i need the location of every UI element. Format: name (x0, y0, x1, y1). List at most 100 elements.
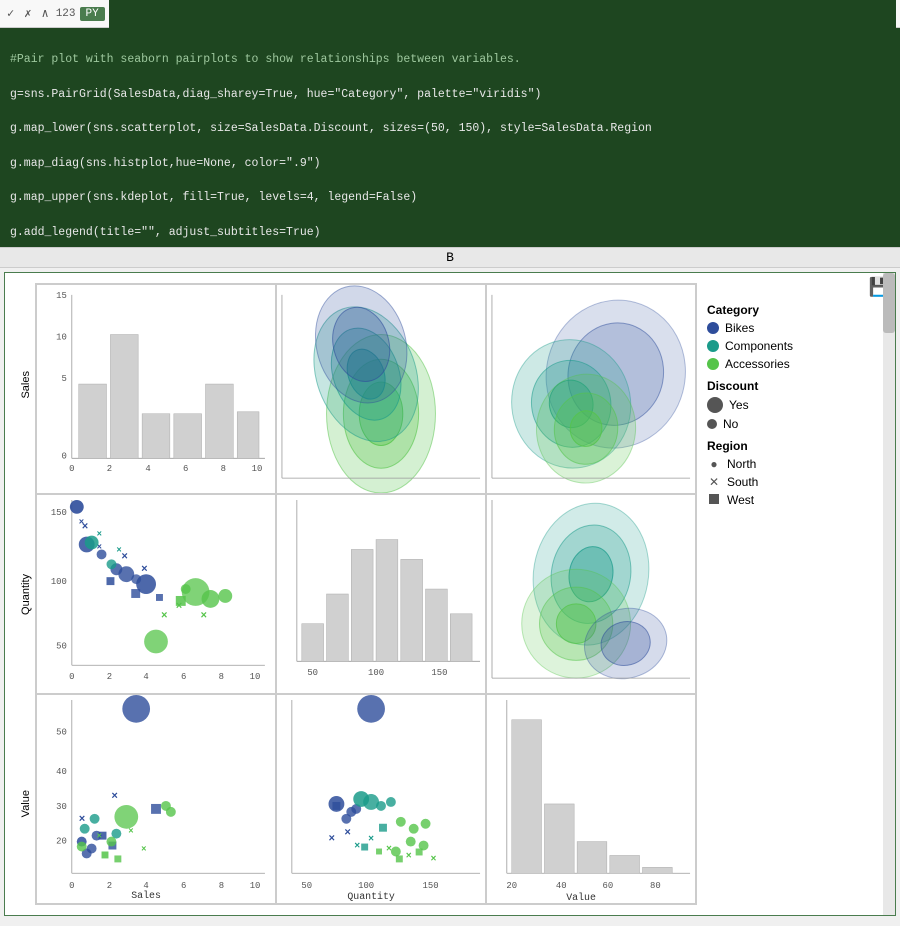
legend-no: No (707, 417, 837, 431)
plot-cell-3-2: × × × × (276, 694, 486, 904)
svg-text:100: 100 (51, 577, 67, 587)
svg-text:10: 10 (56, 332, 67, 342)
plot-cell-3-1: 50 40 30 20 (36, 694, 276, 904)
legend-west: West (707, 493, 837, 507)
svg-text:×: × (329, 834, 336, 846)
bikes-dot (707, 322, 719, 334)
svg-text:50: 50 (56, 728, 67, 738)
svg-text:8: 8 (219, 672, 224, 682)
lang-badge: PY (80, 7, 105, 21)
plot-grid: 15 10 5 0 0 (35, 283, 697, 905)
grid-wrapper: Sales Quantity Value 15 10 (15, 283, 697, 905)
west-sq-icon (707, 493, 721, 507)
svg-text:Quantity: Quantity (347, 891, 395, 902)
plot-svg-1-2 (277, 285, 485, 493)
svg-text:0: 0 (69, 464, 74, 474)
svg-text:150: 150 (431, 668, 447, 678)
plot-cell-2-3 (486, 494, 696, 694)
y-label-quantity: Quantity (20, 574, 32, 615)
svg-text:×: × (79, 518, 84, 528)
svg-text:100: 100 (368, 668, 384, 678)
legend-area: Category Bikes Components Accessories Di… (707, 283, 837, 511)
svg-text:150: 150 (423, 881, 439, 891)
south-label: South (727, 475, 758, 489)
svg-text:Sales: Sales (131, 890, 161, 901)
plot-svg-3-2: × × × × (277, 695, 485, 903)
plot-cell-3-3: 20 40 60 80 Value (486, 694, 696, 904)
svg-text:0: 0 (61, 451, 66, 461)
svg-text:×: × (344, 828, 351, 840)
svg-text:10: 10 (252, 464, 263, 474)
svg-text:40: 40 (56, 767, 67, 777)
plot-cell-1-2 (276, 284, 486, 494)
cell-num-badge: 123 (56, 8, 76, 20)
check-icon[interactable]: ✓ (4, 5, 17, 22)
x-icon[interactable]: ✗ (21, 5, 34, 22)
components-label: Components (725, 339, 793, 353)
svg-text:80: 80 (650, 881, 661, 891)
legend-bikes: Bikes (707, 321, 837, 335)
y-label-sales: Sales (20, 371, 32, 399)
y-label-value: Value (20, 790, 32, 817)
svg-text:×: × (128, 827, 133, 837)
plot-cell-1-3 (486, 284, 696, 494)
svg-text:6: 6 (181, 672, 186, 682)
svg-text:×: × (354, 841, 360, 852)
plot-container: Sales Quantity Value 15 10 (15, 283, 885, 905)
svg-text:8: 8 (221, 464, 226, 474)
plot-cell-2-1: 150 100 50 × (36, 494, 276, 694)
svg-text:30: 30 (56, 802, 67, 812)
svg-text:×: × (161, 611, 168, 623)
plot-svg-2-3 (487, 495, 695, 693)
legend-yes: Yes (707, 397, 837, 413)
code-block[interactable] (109, 0, 896, 33)
svg-text:150: 150 (51, 508, 67, 518)
svg-text:Value: Value (566, 892, 596, 903)
plot-svg-2-1: 150 100 50 × (37, 495, 275, 693)
svg-text:40: 40 (556, 881, 567, 891)
y-axis-labels: Sales Quantity Value (17, 283, 35, 905)
svg-text:15: 15 (56, 291, 67, 301)
svg-text:0: 0 (69, 881, 74, 891)
accessories-label: Accessories (725, 357, 790, 371)
svg-text:6: 6 (181, 881, 186, 891)
scrollbar[interactable] (883, 273, 895, 915)
svg-text:6: 6 (183, 464, 188, 474)
north-label: North (727, 457, 756, 471)
plot-svg-1-3 (487, 285, 695, 493)
bikes-label: Bikes (725, 321, 754, 335)
legend-south: ✕ South (707, 475, 837, 489)
cell-toolbar: ✓ ✗ ∧ 123 PY (0, 0, 900, 28)
no-label: No (723, 417, 738, 431)
svg-text:×: × (141, 844, 146, 854)
scrollbar-thumb[interactable] (883, 273, 895, 333)
yes-dot (707, 397, 723, 413)
plot-svg-1-1: 15 10 5 0 0 (37, 285, 275, 493)
svg-text:×: × (368, 834, 374, 845)
svg-text:20: 20 (56, 837, 67, 847)
svg-text:50: 50 (301, 881, 312, 891)
svg-text:8: 8 (219, 881, 224, 891)
svg-text:×: × (431, 853, 437, 864)
no-dot (707, 419, 717, 429)
chevron-icon[interactable]: ∧ (38, 5, 51, 22)
svg-text:×: × (97, 832, 102, 842)
svg-text:2: 2 (107, 881, 112, 891)
accessories-dot (707, 358, 719, 370)
svg-text:×: × (111, 791, 118, 803)
svg-text:0: 0 (69, 672, 74, 682)
legend-north: ● North (707, 457, 837, 471)
svg-text:2: 2 (107, 464, 112, 474)
svg-text:×: × (386, 843, 392, 854)
svg-text:×: × (201, 611, 208, 623)
svg-text:60: 60 (602, 881, 613, 891)
plot-svg-3-1: 50 40 30 20 (37, 695, 275, 903)
output-bar: B (0, 247, 900, 268)
svg-text:50: 50 (56, 641, 67, 651)
legend-accessories: Accessories (707, 357, 837, 371)
legend-category-title: Category (707, 303, 837, 317)
plot-cell-1-1: 15 10 5 0 0 (36, 284, 276, 494)
legend-region-section: Region ● North ✕ South West (707, 439, 837, 507)
svg-text:×: × (97, 530, 102, 540)
legend-discount-title: Discount (707, 379, 837, 393)
